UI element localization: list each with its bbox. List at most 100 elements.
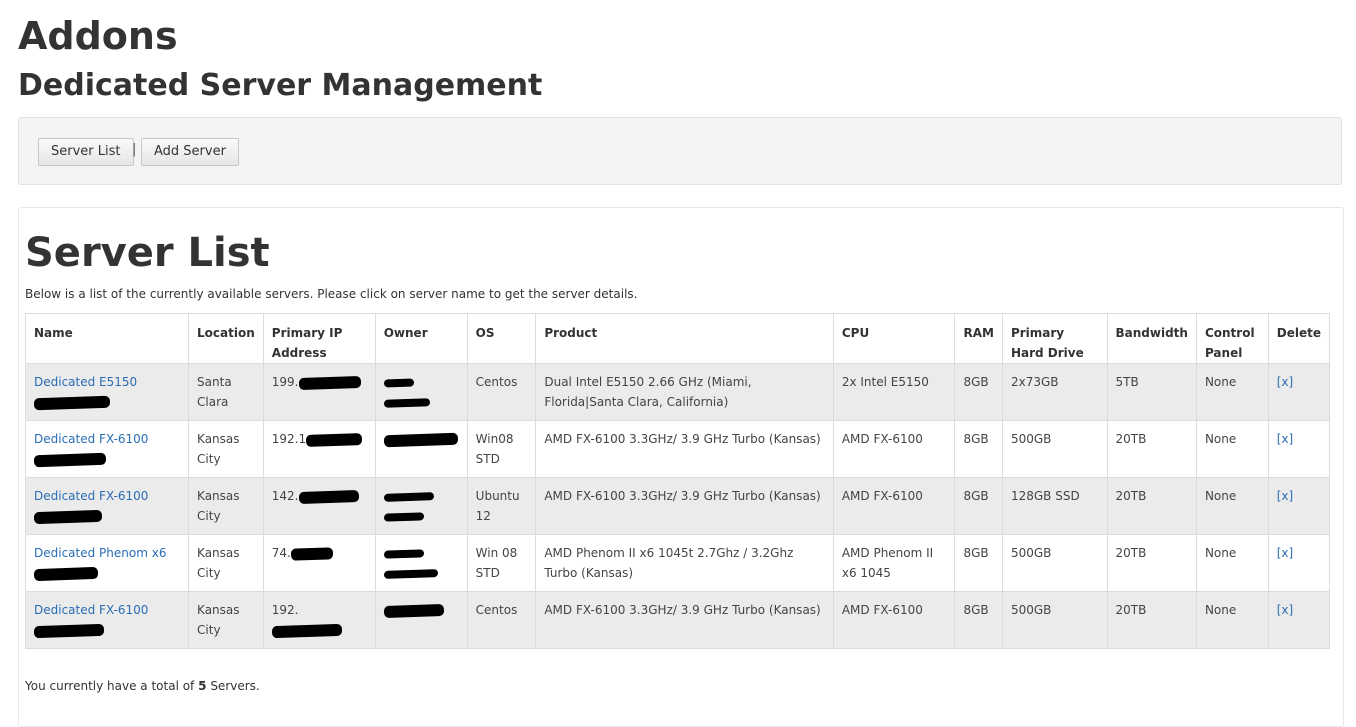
server-count: 5 <box>198 679 207 693</box>
cell-control-panel: None <box>1195 591 1269 649</box>
page-title: Addons <box>18 14 178 58</box>
col-header-owner: Owner <box>374 313 468 364</box>
col-header-delete: Delete <box>1267 313 1331 364</box>
cell-os: Win 08 STD <box>466 534 537 592</box>
redaction-mark <box>298 375 361 390</box>
page-subtitle: Dedicated Server Management <box>18 68 543 103</box>
cell-ip: 192. <box>271 603 299 617</box>
server-name-link[interactable]: Dedicated FX-6100 <box>34 432 148 446</box>
cell-ip: 199. <box>271 375 299 389</box>
server-name-link[interactable]: Dedicated Phenom x6 <box>34 546 166 560</box>
redaction-mark <box>383 511 424 522</box>
cell-control-panel: None <box>1195 363 1269 421</box>
col-header-bandwidth: Bandwidth <box>1106 313 1197 364</box>
redaction-mark <box>383 603 444 618</box>
cell-ip: 142. <box>271 489 299 503</box>
cell-cpu: AMD FX-6100 <box>832 591 956 649</box>
delete-link[interactable]: [x] <box>1277 546 1293 560</box>
cell-cpu: AMD FX-6100 <box>832 477 956 535</box>
cell-control-panel: None <box>1195 477 1269 535</box>
cell-product: Dual Intel E5150 2.66 GHz (Miami, Florid… <box>535 363 834 421</box>
count-suffix: Servers. <box>210 679 260 693</box>
redaction-mark <box>33 452 107 467</box>
redaction-mark <box>33 395 111 410</box>
table-row: Dedicated FX-6100 Kansas City 192.1 Win0… <box>24 420 1331 478</box>
redaction-mark <box>271 623 342 638</box>
panel-description: Below is a list of the currently availab… <box>25 287 638 301</box>
redaction-mark <box>290 546 334 561</box>
cell-cpu: AMD Phenom II x6 1045 <box>832 534 956 592</box>
col-header-control-panel: Control Panel <box>1195 313 1269 364</box>
cell-ip: 192.1 <box>271 432 307 446</box>
server-list-panel: Server List Below is a list of the curre… <box>18 207 1344 727</box>
col-header-location: Location <box>188 313 264 364</box>
cell-location: Santa Clara <box>188 363 264 421</box>
count-prefix: You currently have a total of <box>25 679 195 693</box>
cell-hdd: 2x73GB <box>1001 363 1108 421</box>
server-name-link[interactable]: Dedicated E5150 <box>34 375 137 389</box>
cell-hdd: 500GB <box>1001 591 1108 649</box>
server-count-note: You currently have a total of 5 Servers. <box>25 679 260 693</box>
cell-bandwidth: 20TB <box>1106 534 1197 592</box>
server-list-button[interactable]: Server List <box>38 138 134 166</box>
cell-hdd: 500GB <box>1001 534 1108 592</box>
cell-os: Centos <box>466 363 537 421</box>
server-name-link[interactable]: Dedicated FX-6100 <box>34 603 148 617</box>
cell-bandwidth: 5TB <box>1106 363 1197 421</box>
cell-product: AMD FX-6100 3.3GHz/ 3.9 GHz Turbo (Kansa… <box>535 477 834 535</box>
col-header-ip: Primary IP Address <box>262 313 376 364</box>
cell-location: Kansas City <box>188 534 264 592</box>
redaction-mark <box>33 623 105 638</box>
toolbar-separator: | <box>132 142 137 157</box>
cell-ip: 74. <box>271 546 291 560</box>
col-header-ram: RAM <box>954 313 1003 364</box>
table-header-row: Name Location Primary IP Address Owner O… <box>24 313 1331 364</box>
col-header-cpu: CPU <box>832 313 956 364</box>
add-server-button[interactable]: Add Server <box>141 138 239 166</box>
delete-link[interactable]: [x] <box>1277 375 1293 389</box>
cell-ram: 8GB <box>954 477 1003 535</box>
cell-bandwidth: 20TB <box>1106 420 1197 478</box>
redaction-mark <box>33 509 103 524</box>
cell-cpu: AMD FX-6100 <box>832 420 956 478</box>
table-row: Dedicated FX-6100 Kansas City 192. Cento… <box>24 591 1331 649</box>
servers-table: Name Location Primary IP Address Owner O… <box>24 313 1331 649</box>
table-row: Dedicated Phenom x6 Kansas City 74. Win … <box>24 534 1331 592</box>
toolbar: Server List | Add Server <box>18 117 1342 185</box>
cell-control-panel: None <box>1195 420 1269 478</box>
redaction-mark <box>383 397 430 408</box>
server-name-link[interactable]: Dedicated FX-6100 <box>34 489 148 503</box>
cell-bandwidth: 20TB <box>1106 477 1197 535</box>
delete-link[interactable]: [x] <box>1277 603 1293 617</box>
redaction-mark <box>33 566 99 581</box>
cell-control-panel: None <box>1195 534 1269 592</box>
redaction-mark <box>305 432 363 447</box>
cell-product: AMD FX-6100 3.3GHz/ 3.9 GHz Turbo (Kansa… <box>535 591 834 649</box>
col-header-os: OS <box>466 313 537 364</box>
panel-title: Server List <box>25 230 270 276</box>
redaction-mark <box>383 568 438 579</box>
redaction-mark <box>383 432 458 447</box>
cell-location: Kansas City <box>188 591 264 649</box>
cell-os: Ubuntu 12 <box>466 477 537 535</box>
cell-location: Kansas City <box>188 420 264 478</box>
delete-link[interactable]: [x] <box>1277 432 1293 446</box>
redaction-mark <box>383 377 414 388</box>
redaction-mark <box>383 548 424 559</box>
col-header-name: Name <box>24 313 190 364</box>
cell-ram: 8GB <box>954 420 1003 478</box>
cell-ram: 8GB <box>954 363 1003 421</box>
cell-ram: 8GB <box>954 591 1003 649</box>
cell-bandwidth: 20TB <box>1106 591 1197 649</box>
cell-ram: 8GB <box>954 534 1003 592</box>
col-header-product: Product <box>535 313 834 364</box>
cell-product: AMD FX-6100 3.3GHz/ 3.9 GHz Turbo (Kansa… <box>535 420 834 478</box>
delete-link[interactable]: [x] <box>1277 489 1293 503</box>
table-row: Dedicated E5150 Santa Clara 199. Centos … <box>24 363 1331 421</box>
cell-hdd: 500GB <box>1001 420 1108 478</box>
cell-hdd: 128GB SSD <box>1001 477 1108 535</box>
cell-cpu: 2x Intel E5150 <box>832 363 956 421</box>
cell-os: Win08 STD <box>466 420 537 478</box>
cell-product: AMD Phenom II x6 1045t 2.7Ghz / 3.2Ghz T… <box>535 534 834 592</box>
table-row: Dedicated FX-6100 Kansas City 142. Ubunt… <box>24 477 1331 535</box>
